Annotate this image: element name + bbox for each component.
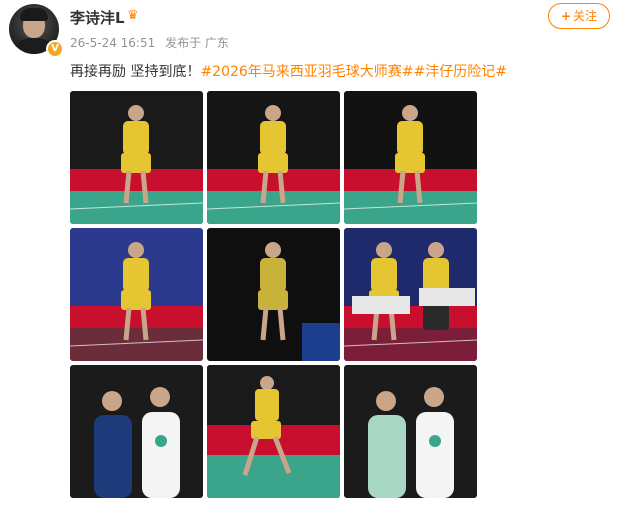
photo-image [207, 365, 340, 498]
crown-icon: ♛ [127, 8, 139, 23]
follow-button[interactable]: + 关注 [548, 3, 610, 29]
photo-lunge-net[interactable] [207, 91, 340, 224]
photo-trophy-seated[interactable] [70, 228, 203, 361]
photo-smash-jump[interactable] [70, 91, 203, 224]
photo-image [70, 228, 203, 361]
photo-with-coach[interactable] [70, 365, 203, 498]
photo-image [344, 91, 477, 224]
hashtag-link[interactable]: #沣仔历险记# [414, 64, 507, 80]
photo-hug[interactable] [207, 228, 340, 361]
photo-image [70, 91, 203, 224]
hashtag-link[interactable]: #2026年马来西亚羽毛球大师赛# [200, 64, 413, 80]
post-meta: 26-5-24 16:51 发布于 广东 [70, 34, 235, 51]
post-source: 发布于 广东 [165, 36, 229, 50]
photo-image [344, 228, 477, 361]
verified-badge-icon: V [46, 40, 64, 58]
photo-with-teammate[interactable] [344, 365, 477, 498]
post-content: 再接再励 坚持到底！#2026年马来西亚羽毛球大师赛##沣仔历险记# [70, 61, 507, 81]
plus-icon: + [560, 9, 572, 23]
photo-backhand[interactable] [207, 365, 340, 498]
photo-podium[interactable] [344, 228, 477, 361]
photo-image [344, 365, 477, 498]
user-name[interactable]: 李诗沣L [70, 7, 125, 28]
photo-image [70, 365, 203, 498]
weibo-post: V 李诗沣L ♛ 26-5-24 16:51 发布于 广东 + 关注 再接再励 坚… [0, 0, 623, 528]
follow-label: 关注 [573, 9, 598, 23]
photo-dive[interactable] [344, 91, 477, 224]
avatar-hair [20, 8, 48, 21]
photo-image [207, 228, 340, 361]
photo-image [207, 91, 340, 224]
post-time[interactable]: 26-5-24 16:51 [70, 36, 155, 50]
post-text: 再接再励 坚持到底！ [70, 64, 201, 80]
